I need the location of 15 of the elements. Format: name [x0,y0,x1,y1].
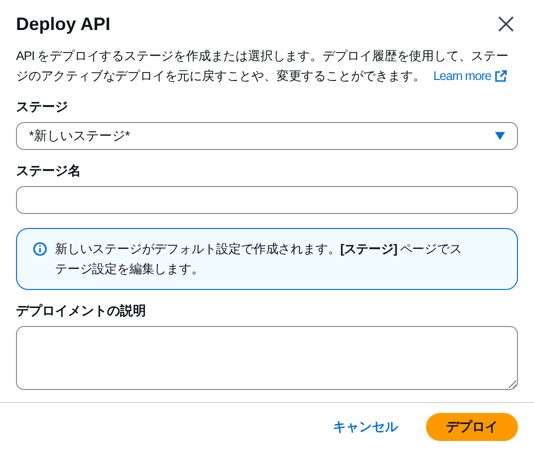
dialog-title: Deploy API [16,13,110,36]
external-link-icon [495,70,508,82]
stage-select[interactable]: *新しいステージ* [16,122,518,150]
cancel-button[interactable]: キャンセル [333,413,398,441]
description-field[interactable] [16,326,518,390]
caret-icon [495,132,505,140]
deploy-button[interactable]: デプロイ [426,413,518,441]
stage-label: ステージ [16,98,69,116]
stage-name-label: ステージ名 [16,162,82,180]
description-label: デプロイメントの説明 [16,302,147,320]
info-icon [33,242,47,256]
stage-name-field[interactable] [16,186,518,214]
info-text: 新しいステージがデフォルト設定で作成されます。[ステージ] ページでステージ設定を編集します。 [55,241,463,278]
learn-more-link[interactable]: Learn more [433,66,508,86]
dialog-description: API をデプロイするステージを作成または選択します。デプロイ履歴を使用して、ステージのアクティブなデプロイを元に戻すことや、変更することができます。 Learn more [16,46,518,86]
